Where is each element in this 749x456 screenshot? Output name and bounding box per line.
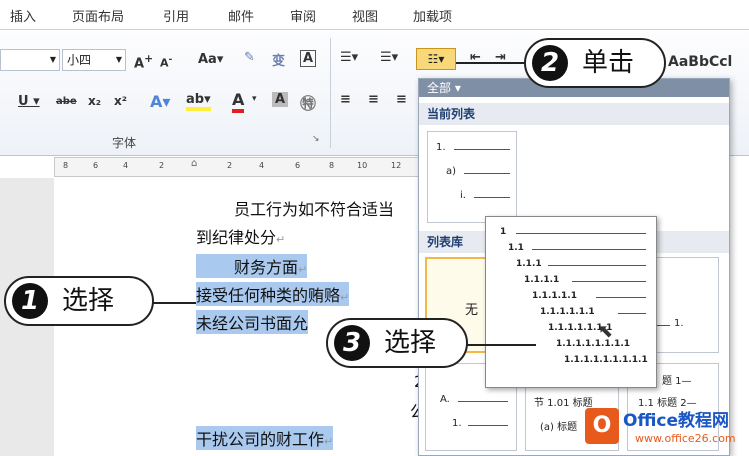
tab-page-layout[interactable]: 页面布局 <box>72 6 124 25</box>
callout-leader <box>456 62 526 64</box>
grow-font-button[interactable]: A+ <box>134 52 153 71</box>
char-border-icon[interactable]: A <box>300 50 317 67</box>
align-center-icon[interactable]: ≡ <box>368 92 379 107</box>
site-logo: O Office教程网 www.office26.com <box>585 404 745 452</box>
level-label: 1.1.1.1.1.1.1.1.1 <box>564 355 648 365</box>
align-right-icon[interactable]: ≡ <box>396 92 407 107</box>
doc-line-selected: 接受任何种类的贿赂↵ <box>196 282 350 306</box>
group-divider <box>330 38 331 148</box>
callout-step-3: 3 选择 <box>326 318 468 368</box>
font-size-value: 小四 <box>67 53 92 67</box>
indent-marker-icon[interactable]: ⌂ <box>191 158 201 176</box>
current-list-header: 当前列表 <box>419 103 729 125</box>
phonetic-icon[interactable]: 变 <box>272 50 285 69</box>
multilevel-list-button[interactable]: ☷▾ <box>416 48 456 70</box>
level-label: 1.1.1.1 <box>524 275 560 285</box>
bullets-icon[interactable]: ☰▾ <box>340 50 358 65</box>
doc-line-selected: 财务方面↵ <box>196 254 308 278</box>
font-name-combo[interactable]: ▼ <box>0 49 60 71</box>
superscript-button[interactable]: x² <box>114 94 127 108</box>
logo-url: www.office26.com <box>635 432 736 445</box>
doc-line: 员工行为如不符合适当 <box>234 200 395 219</box>
shrink-font-button[interactable]: A- <box>160 54 172 70</box>
tab-references[interactable]: 引用 <box>163 6 189 25</box>
font-size-combo[interactable]: 小四 ▼ <box>62 49 126 71</box>
callout-step-2: 2 单击 <box>524 38 666 88</box>
callout-leader <box>152 302 196 304</box>
level-label: 1.1 <box>508 243 524 253</box>
font-color-dropdown[interactable]: ▾ <box>252 94 257 104</box>
list-preview-popup[interactable]: 1 1.1 1.1.1 1.1.1.1 1.1.1.1.1 1.1.1.1.1.… <box>485 216 657 388</box>
change-case-button[interactable]: Aa▾ <box>198 52 223 67</box>
highlight-icon[interactable]: ab▾ <box>186 92 211 111</box>
subscript-button[interactable]: x₂ <box>88 94 101 108</box>
align-left-icon[interactable]: ≡ <box>340 92 351 107</box>
tab-review[interactable]: 审阅 <box>290 6 316 25</box>
office-logo-icon: O <box>585 408 619 444</box>
doc-line-selected: 干扰公司的财工作↵ <box>196 426 334 450</box>
clear-format-icon[interactable]: ✎ <box>244 50 255 65</box>
callout-leader <box>466 344 536 346</box>
enclose-char-icon[interactable]: ㊕ <box>300 90 316 114</box>
font-color-icon[interactable]: A <box>232 90 245 113</box>
level-label: 1.1.1.1.1 <box>532 291 577 301</box>
level-label: 1.1.1 <box>516 259 542 269</box>
doc-line-selected: 未经公司书面允 <box>196 310 309 334</box>
logo-brand: Office教程网 <box>623 411 730 431</box>
text-effect-icon[interactable]: A▾ <box>150 92 170 111</box>
level-label: 1.1.1.1.1.1 <box>540 307 595 317</box>
level-label: 1 <box>500 227 507 237</box>
horizontal-ruler[interactable]: 8 6 4 2 2 4 6 8 10 12 ⌂ <box>54 157 426 177</box>
tab-addins[interactable]: 加载项 <box>413 6 452 25</box>
doc-line: 到纪律处分↵ <box>196 228 286 247</box>
style-sample[interactable]: AaBbCcl <box>668 54 732 70</box>
mouse-cursor-icon: ⬉ <box>598 321 614 342</box>
strikethrough-button[interactable]: abe <box>56 96 77 107</box>
callout-step-1: 1 选择 <box>4 276 154 326</box>
numbering-icon[interactable]: ☰▾ <box>380 50 398 65</box>
char-shading-icon[interactable]: A <box>272 92 289 107</box>
tab-mailings[interactable]: 邮件 <box>228 6 254 25</box>
underline-button[interactable]: U ▾ <box>18 94 40 109</box>
font-group-label: 字体 <box>112 136 137 150</box>
tab-insert[interactable]: 插入 <box>10 6 36 25</box>
dialog-launcher-icon[interactable]: ↘ <box>312 134 320 144</box>
current-list-thumb[interactable]: 1. a) i. <box>427 131 517 223</box>
level-label: 1.1.1.1.1.1.1.1 <box>556 339 631 349</box>
ribbon-tabs: 插入 页面布局 引用 邮件 审阅 视图 加载项 <box>0 0 749 30</box>
tab-view[interactable]: 视图 <box>352 6 378 25</box>
